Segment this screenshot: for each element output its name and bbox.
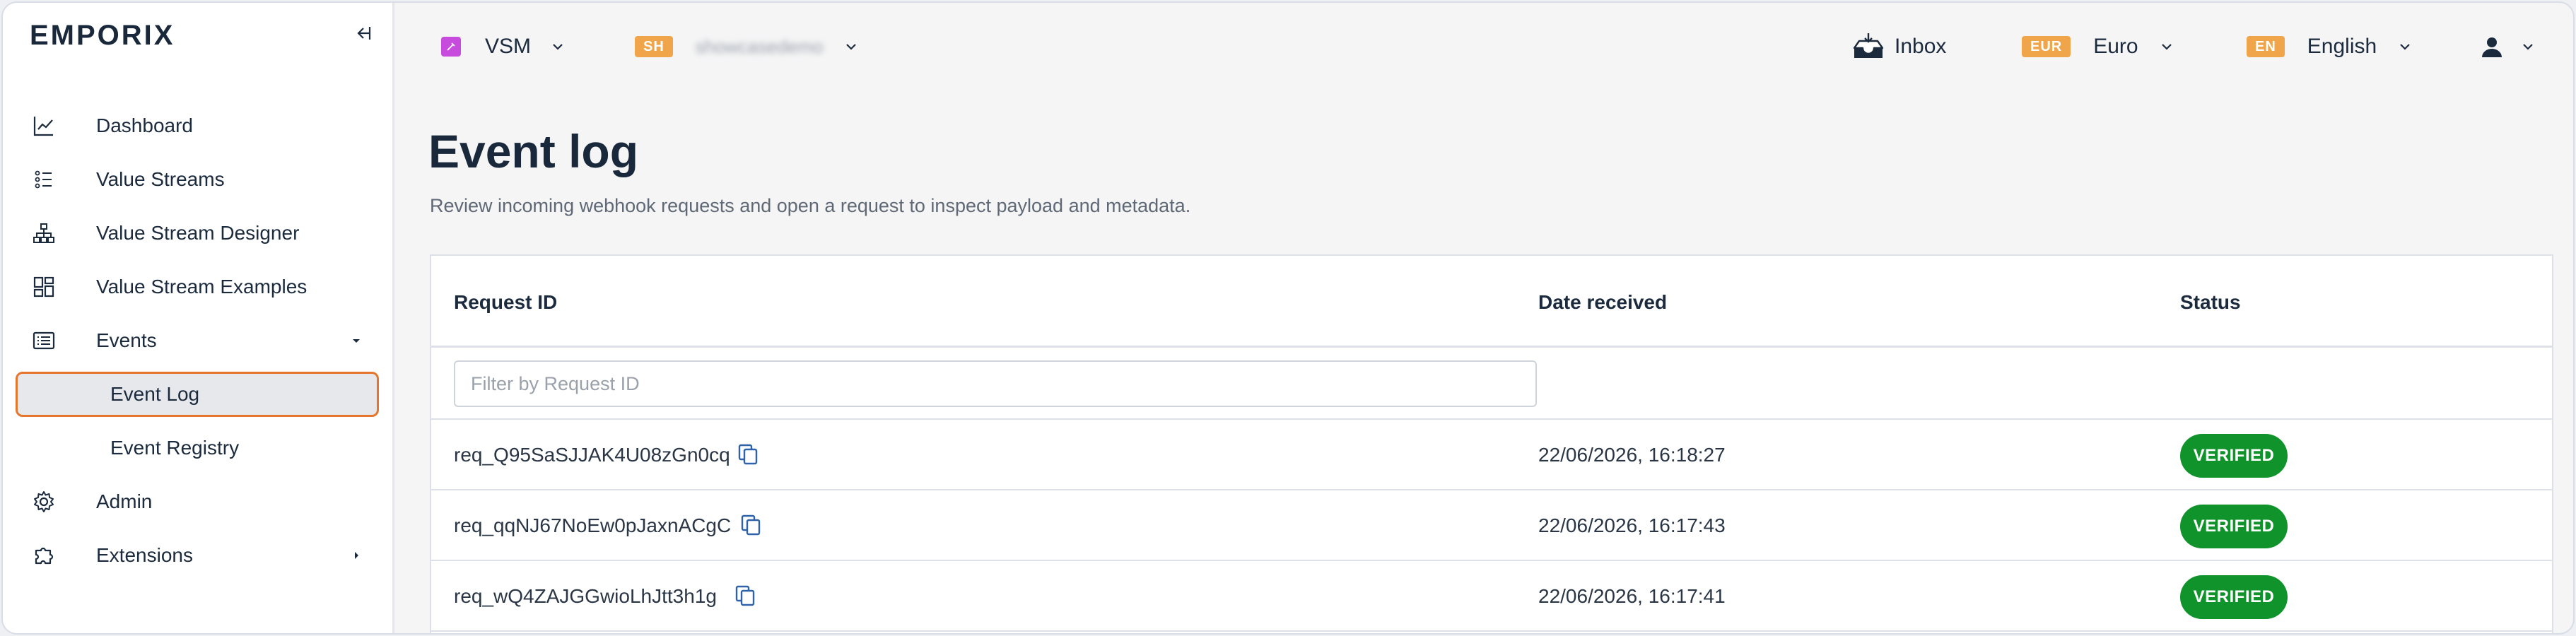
emporix-logo[interactable]: EMPORIX [30, 20, 175, 52]
top-bar: VSM SH showcasedemo Inbox EUR Euro EN En… [394, 3, 2573, 90]
chevron-down-icon [553, 44, 563, 50]
column-header-date-received[interactable]: Date received [1538, 291, 1667, 314]
sidebar-item-event-log[interactable]: Event Log [16, 372, 379, 417]
sidebar-item-value-stream-designer[interactable]: Value Stream Designer [16, 206, 379, 260]
table-row[interactable]: req_Q95SaSJJAK4U08zGn0cq 22/06/2026, 16:… [431, 420, 2552, 490]
workspace-label: VSM [485, 35, 532, 58]
dashboard-grid-icon [30, 273, 58, 301]
inbox-button[interactable]: Inbox [1851, 31, 1946, 62]
chart-line-icon [30, 112, 58, 140]
collapse-sidebar-icon[interactable] [349, 21, 373, 45]
sidebar-item-label: Event Registry [110, 437, 240, 459]
status-badge: VERIFIED [2180, 505, 2288, 548]
event-list-icon [30, 326, 58, 355]
workspace-selector[interactable]: VSM [441, 31, 566, 62]
sidebar-item-event-registry[interactable]: Event Registry [16, 421, 379, 475]
page-title: Event log [428, 125, 639, 177]
user-menu[interactable] [2480, 31, 2536, 62]
column-header-status[interactable]: Status [2180, 291, 2241, 314]
date-received-cell: 22/06/2026, 16:18:27 [1538, 444, 1726, 466]
sidebar-item-admin[interactable]: Admin [16, 475, 379, 529]
copy-icon[interactable] [732, 582, 758, 609]
currency-selector[interactable]: EUR Euro [2022, 31, 2175, 62]
gear-icon [30, 488, 58, 516]
date-received-cell: 22/06/2026, 16:17:41 [1538, 585, 1726, 607]
language-label: English [2307, 35, 2377, 58]
sidebar-item-label: Event Log [110, 383, 200, 405]
main-content: VSM SH showcasedemo Inbox EUR Euro EN En… [394, 3, 2573, 633]
language-tag: EN [2247, 36, 2285, 57]
currency-tag: EUR [2022, 36, 2071, 57]
chevron-down-icon [846, 44, 857, 50]
language-selector[interactable]: EN English [2247, 31, 2413, 62]
sidebar-nav: Dashboard Value Streams Value Stream Des… [16, 99, 379, 582]
currency-label: Euro [2093, 35, 2138, 58]
tenant-name: showcasedemo [695, 35, 824, 57]
sidebar-item-label: Extensions [96, 544, 193, 566]
sidebar-item-events[interactable]: Events [16, 314, 379, 367]
table-row[interactable]: req_qqNJ67NoEw0pJaxnACgC 22/06/2026, 16:… [431, 490, 2552, 561]
inbox-icon [1853, 33, 1884, 58]
user-icon [2482, 37, 2502, 57]
sidebar-item-label: Value Streams [96, 168, 225, 190]
copy-icon[interactable] [738, 512, 763, 538]
hierarchy-icon [30, 219, 58, 247]
sidebar: EMPORIX Dashboard Value Streams Value St… [3, 3, 394, 633]
request-id-cell: req_wQ4ZAJGGwioLhJtt3h1g [454, 585, 717, 607]
inbox-label: Inbox [1895, 35, 1947, 58]
vsm-app-icon [441, 37, 461, 57]
chevron-down-icon [2400, 44, 2410, 50]
table-row[interactable]: req_wQ4ZAJGGwioLhJtt3h1g 22/06/2026, 16:… [431, 561, 2552, 632]
status-badge: VERIFIED [2180, 575, 2288, 619]
list-numbered-icon [30, 165, 58, 194]
column-header-request-id[interactable]: Request ID [454, 291, 557, 314]
filter-row [431, 348, 2552, 420]
request-id-filter-input[interactable] [454, 360, 1537, 407]
sidebar-item-value-streams[interactable]: Value Streams [16, 153, 379, 206]
status-badge: VERIFIED [2180, 434, 2288, 478]
sidebar-item-label: Events [96, 329, 157, 351]
chevron-right-icon [348, 547, 365, 564]
sidebar-item-label: Value Stream Designer [96, 222, 300, 244]
tenant-selector[interactable]: SH showcasedemo [635, 31, 860, 62]
sidebar-item-label: Dashboard [96, 114, 193, 136]
request-id-cell: req_qqNJ67NoEw0pJaxnACgC [454, 514, 732, 536]
sidebar-item-label: Admin [96, 490, 153, 512]
event-log-table: Request ID Date received Status req_Q95S… [430, 254, 2553, 633]
table-header: Request ID Date received Status [431, 256, 2552, 348]
sidebar-item-label: Value Stream Examples [96, 276, 308, 298]
date-received-cell: 22/06/2026, 16:17:43 [1538, 514, 1726, 536]
sidebar-item-value-stream-examples[interactable]: Value Stream Examples [16, 260, 379, 314]
copy-icon[interactable] [735, 441, 761, 468]
chevron-down-icon [2523, 44, 2533, 50]
chevron-down-icon [2161, 44, 2172, 50]
page-subtitle: Review incoming webhook requests and ope… [430, 195, 1191, 216]
request-id-cell: req_Q95SaSJJAK4U08zGn0cq [454, 444, 730, 466]
puzzle-icon [30, 541, 58, 570]
sidebar-item-extensions[interactable]: Extensions [16, 529, 379, 582]
tenant-tag: SH [635, 36, 673, 57]
sidebar-item-dashboard[interactable]: Dashboard [16, 99, 379, 153]
chevron-down-icon [348, 332, 365, 349]
